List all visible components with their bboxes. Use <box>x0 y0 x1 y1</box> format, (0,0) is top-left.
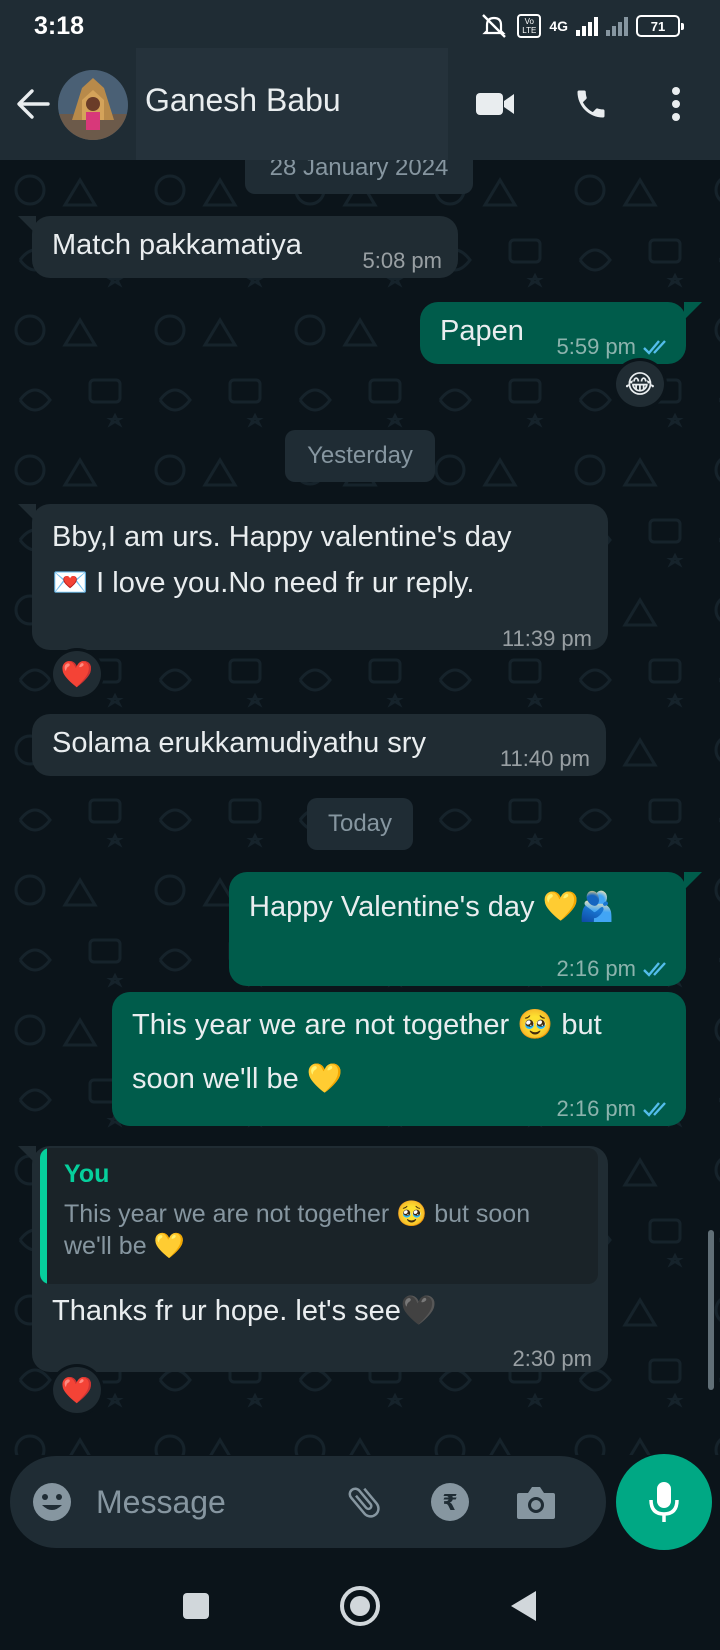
message-time: 11:40 pm <box>499 746 590 771</box>
message-input[interactable] <box>96 1476 336 1528</box>
volte-badge: Vo LTE <box>517 14 542 38</box>
message-composer: ₹ <box>10 1456 606 1548</box>
date-separator: Yesterday <box>285 430 435 482</box>
message-time: 2:16 pm <box>556 956 637 981</box>
message-text-line-2: soon we'll be 💛 <box>132 1063 343 1095</box>
message-text: Happy Valentine's day 💛🫂 <box>249 891 615 923</box>
double-tick-icon <box>643 340 666 355</box>
home-circle-icon[interactable] <box>334 1580 386 1632</box>
attach-icon[interactable] <box>340 1478 388 1526</box>
system-nav-bar <box>0 1556 720 1650</box>
message-text: Papen <box>440 315 524 347</box>
recents-square-icon[interactable] <box>170 1580 222 1632</box>
contact-name[interactable]: Ganesh Babu <box>145 82 341 119</box>
message-bubble-incoming[interactable]: Bby,I am urs. Happy valentine's day 💌 I … <box>32 504 608 651</box>
mic-button[interactable] <box>616 1454 712 1550</box>
message-text-line-2: 💌 I love you.No need fr ur reply. <box>52 567 475 599</box>
message-text: Match pakkamatiya <box>52 229 302 261</box>
message-bubble-outgoing[interactable]: This year we are not together 🥹 but soon… <box>112 992 686 1126</box>
svg-text:₹: ₹ <box>442 1491 457 1516</box>
double-tick-icon <box>643 962 666 977</box>
video-call-icon[interactable] <box>473 82 517 126</box>
message-text: Solama erukkamudiyathu sry <box>52 727 426 759</box>
emoji-icon[interactable] <box>28 1478 76 1526</box>
message-time: 11:39 pm <box>501 626 592 651</box>
signal-2-icon <box>606 16 628 36</box>
battery-icon: 71 <box>636 15 684 37</box>
bubble-tail <box>684 302 702 320</box>
avatar[interactable] <box>58 70 128 140</box>
message-bubble-incoming[interactable]: Match pakkamatiya 5:08 pm <box>32 216 458 278</box>
message-bubble-outgoing[interactable]: Happy Valentine's day 💛🫂 2:16 pm <box>229 872 686 986</box>
bubble-tail <box>684 872 702 890</box>
status-bar: 3:18 Vo LTE 4G 71 <box>0 0 720 52</box>
date-separator: 28 January 2024 <box>245 160 473 194</box>
quoted-message[interactable]: You This year we are not together 🥹 but … <box>40 1148 598 1284</box>
quote-text: This year we are not together 🥹 but soon… <box>64 1200 531 1260</box>
message-text: Thanks fr ur hope. let's see🖤 <box>52 1295 437 1327</box>
signal-icon <box>576 16 598 36</box>
reaction-emoji[interactable]: ❤️ <box>50 1364 104 1416</box>
message-time: 5:08 pm <box>362 248 443 273</box>
more-vert-icon[interactable] <box>654 82 698 126</box>
quote-author: You <box>64 1160 110 1188</box>
mute-icon <box>482 14 507 38</box>
network-type-label: 4G <box>549 18 568 34</box>
status-time: 3:18 <box>34 12 85 40</box>
message-text-line-1: Bby,I am urs. Happy valentine's day <box>52 521 512 553</box>
message-meta: 2:16 pm <box>557 1086 673 1132</box>
date-separator: Today <box>307 798 413 850</box>
back-arrow-icon[interactable] <box>12 82 56 126</box>
quote-bar <box>40 1148 47 1284</box>
status-icons: Vo LTE 4G 71 <box>479 12 684 40</box>
message-time: 2:16 pm <box>556 1096 637 1121</box>
message-meta: 2:16 pm <box>557 946 673 992</box>
chat-area[interactable]: 28 January 2024 Match pakkamatiya 5:08 p… <box>0 160 720 1455</box>
message-bubble-incoming[interactable]: Solama erukkamudiyathu sry 11:40 pm <box>32 714 606 776</box>
message-time: 2:30 pm <box>512 1346 593 1371</box>
camera-icon[interactable] <box>512 1478 560 1526</box>
double-tick-icon <box>643 1102 666 1117</box>
reaction-emoji[interactable]: ❤️ <box>50 648 104 700</box>
reaction-emoji[interactable]: 😂 <box>613 358 667 410</box>
chat-header: Ganesh Babu <box>0 48 720 160</box>
mic-icon <box>649 1482 679 1522</box>
bubble-tail <box>18 1146 36 1164</box>
message-bubble-outgoing[interactable]: Papen 5:59 pm <box>420 302 686 364</box>
rupee-payment-icon[interactable]: ₹ <box>426 1478 474 1526</box>
message-text-line-1: This year we are not together 🥹 but <box>132 1009 602 1041</box>
phone-icon[interactable] <box>569 82 613 126</box>
back-triangle-icon[interactable] <box>498 1580 550 1632</box>
bubble-tail <box>18 216 36 234</box>
bubble-tail <box>18 504 36 522</box>
scrollbar[interactable] <box>708 1230 714 1390</box>
